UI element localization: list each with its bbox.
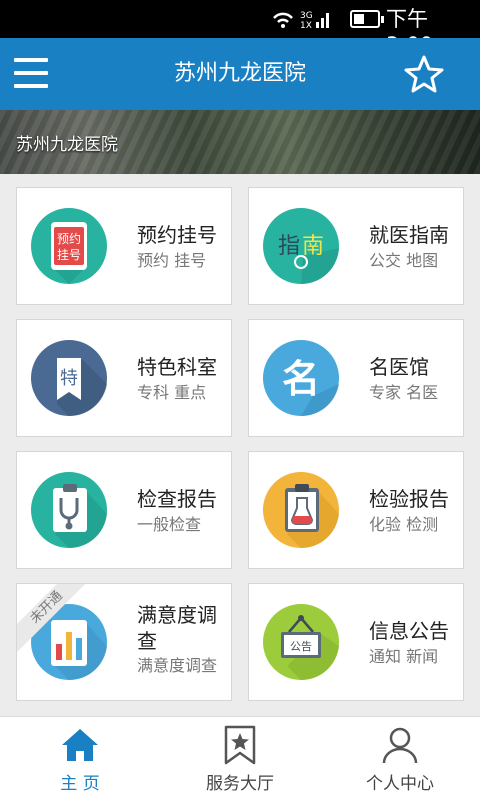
card-notice[interactable]: 公告 信息公告 通知 新闻 <box>248 583 464 701</box>
bottom-tab-bar: 主 页 服务大厅 个人中心 <box>0 716 480 800</box>
card-title: 特色科室 <box>137 355 217 379</box>
status-bar: 3G 1X 下午 3:00 <box>0 0 480 57</box>
card-title: 预约挂号 <box>137 223 217 247</box>
card-title: 检查报告 <box>137 487 217 511</box>
card-subtitle: 通知 新闻 <box>369 647 439 666</box>
hospital-banner: 苏州九龙医院 <box>0 110 480 174</box>
battery-icon <box>350 10 384 28</box>
star-icon[interactable] <box>404 55 444 93</box>
tab-profile[interactable]: 个人中心 <box>320 717 480 800</box>
card-doctor-hall[interactable]: 名 名医馆 专家 名医 <box>248 319 464 437</box>
tab-label: 服务大厅 <box>206 774 274 794</box>
card-title: 名医馆 <box>369 355 429 379</box>
card-title: 满意度调查 <box>137 603 217 653</box>
card-satisfaction-survey[interactable]: 未开通 满意度调查 满意度调查 <box>16 583 232 701</box>
card-subtitle: 一般检查 <box>137 515 202 534</box>
card-title: 信息公告 <box>369 619 449 643</box>
card-subtitle: 预约 挂号 <box>137 251 207 270</box>
svg-text:南: 南 <box>302 234 324 259</box>
lab-report-icon <box>263 472 339 548</box>
notice-board-icon: 公告 <box>263 604 339 680</box>
department-icon: 特 <box>31 340 107 416</box>
svg-text:指: 指 <box>278 234 300 259</box>
appointment-icon: 预约 挂号 <box>31 208 107 284</box>
card-title: 就医指南 <box>369 223 449 247</box>
svg-text:3G: 3G <box>300 11 313 21</box>
card-subtitle: 化验 检测 <box>369 515 439 534</box>
card-subtitle: 公交 地图 <box>369 251 439 270</box>
card-subtitle: 专家 名医 <box>369 383 439 402</box>
card-subtitle: 满意度调查 <box>137 656 218 675</box>
svg-text:特: 特 <box>60 368 78 389</box>
tab-label: 主 页 <box>60 774 100 794</box>
svg-text:名: 名 <box>282 356 320 401</box>
card-title: 检验报告 <box>369 487 449 511</box>
svg-text:1X: 1X <box>300 21 312 30</box>
card-department[interactable]: 特 特色科室 专科 重点 <box>16 319 232 437</box>
card-exam-report[interactable]: 检查报告 一般检查 <box>16 451 232 569</box>
doctor-hall-icon: 名 <box>263 340 339 416</box>
svg-text:挂号: 挂号 <box>57 248 81 262</box>
tab-home[interactable]: 主 页 <box>0 717 160 800</box>
svg-text:公告: 公告 <box>290 640 312 653</box>
card-lab-report[interactable]: 检验报告 化验 检测 <box>248 451 464 569</box>
home-icon <box>62 729 98 761</box>
tab-service-hall[interactable]: 服务大厅 <box>160 717 320 800</box>
service-hall-icon <box>224 725 256 765</box>
user-icon <box>382 727 418 764</box>
card-subtitle: 专科 重点 <box>137 383 207 402</box>
stethoscope-icon <box>31 472 107 548</box>
app-bar: 苏州九龙医院 <box>0 38 480 110</box>
signal-icon: 3G 1X <box>273 11 329 30</box>
card-appointment[interactable]: 预约 挂号 预约挂号 预约 挂号 <box>16 187 232 305</box>
tab-label: 个人中心 <box>366 774 434 794</box>
guide-icon: 指 南 <box>263 208 339 284</box>
card-guide[interactable]: 指 南 就医指南 公交 地图 <box>248 187 464 305</box>
svg-text:预约: 预约 <box>57 231 81 246</box>
banner-label: 苏州九龙医院 <box>16 135 118 155</box>
